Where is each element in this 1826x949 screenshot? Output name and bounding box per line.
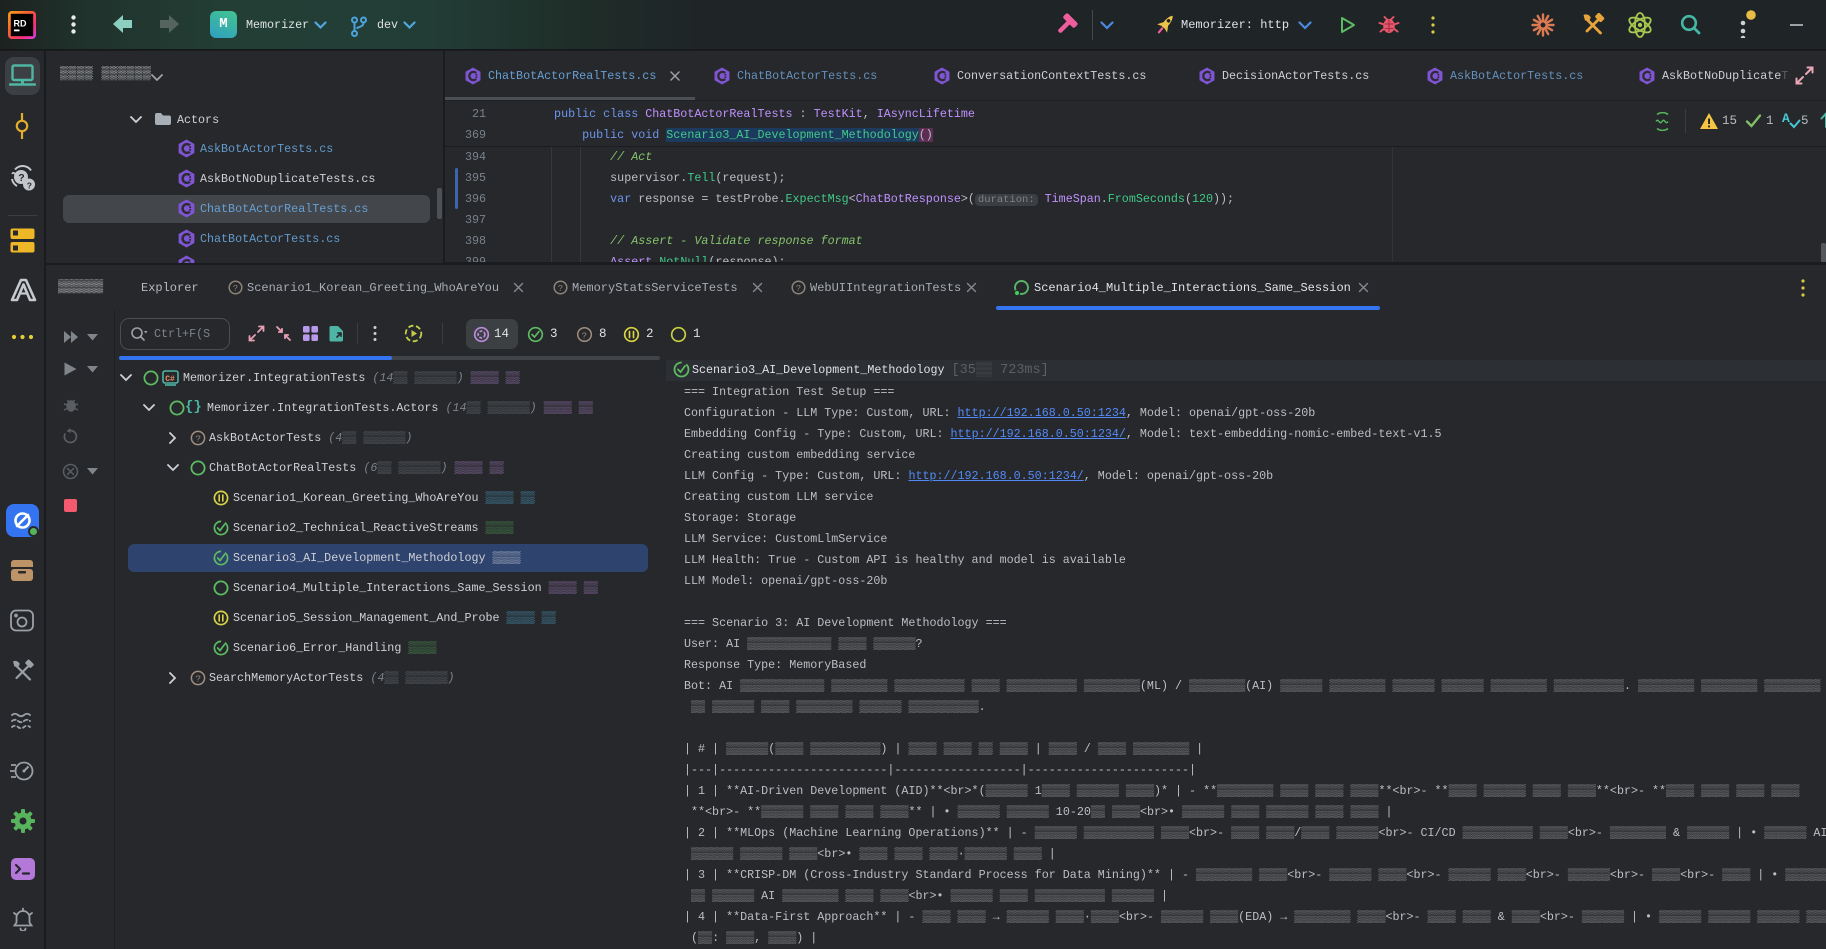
svg-text:?: ? bbox=[195, 434, 201, 445]
svg-text:C#: C# bbox=[165, 375, 175, 384]
svg-text:?: ? bbox=[558, 284, 563, 294]
svg-text:?: ? bbox=[195, 674, 201, 685]
svg-text:RD: RD bbox=[14, 19, 27, 29]
svg-text:?: ? bbox=[233, 284, 238, 294]
svg-text:?: ? bbox=[582, 332, 587, 342]
svg-text:?: ? bbox=[796, 284, 801, 294]
svg-text:?: ? bbox=[27, 180, 32, 190]
